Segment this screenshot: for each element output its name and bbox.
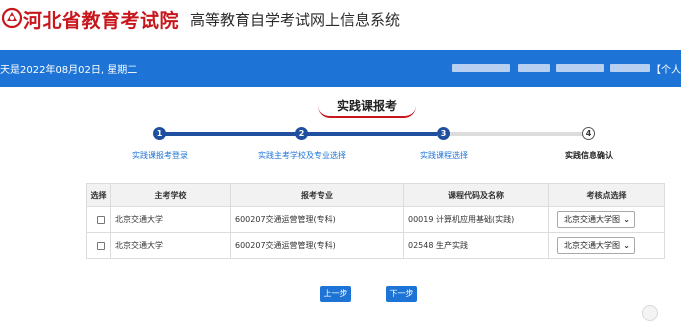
- redacted-info: [610, 64, 650, 72]
- step-3-label: 实践课程选择: [420, 151, 468, 160]
- major-cell: 600207交通运营管理(专科): [230, 206, 404, 233]
- col-header-site: 考核点选择: [548, 183, 665, 207]
- col-header-school: 主考学校: [110, 183, 231, 207]
- site-cell: 北京交通大学图 ⌄: [548, 232, 665, 259]
- redacted-info: [556, 64, 604, 72]
- school-cell: 北京交通大学: [110, 232, 231, 259]
- step-3-marker: 3: [437, 127, 450, 140]
- chevron-down-icon: ⌄: [623, 241, 630, 250]
- exam-site-value: 北京交通大学图: [564, 241, 620, 250]
- row-checkbox[interactable]: [96, 215, 105, 224]
- table-row: 北京交通大学 600207交通运营管理(专科) 00019 计算机应用基础(实践…: [86, 206, 665, 233]
- course-cell: 02548 生产实践: [403, 232, 549, 259]
- school-cell: 北京交通大学: [110, 206, 231, 233]
- step-4-marker: 4: [582, 127, 595, 140]
- top-info-bar: 天是2022年08月02日, 星期二 【个人: [0, 50, 681, 87]
- current-date: 天是2022年08月02日, 星期二: [0, 65, 138, 76]
- system-name: 高等教育自学考试网上信息系统: [190, 11, 401, 29]
- exam-seal-icon: [2, 7, 22, 29]
- table-header-row: 选择 主考学校 报考专业 课程代码及名称 考核点选择: [86, 183, 665, 207]
- table-row: 北京交通大学 600207交通运营管理(专科) 02548 生产实践 北京交通大…: [86, 232, 665, 259]
- course-table: 选择 主考学校 报考专业 课程代码及名称 考核点选择 北京交通大学 600207…: [86, 183, 665, 259]
- select-cell: [86, 206, 111, 233]
- select-cell: [86, 232, 111, 259]
- step-1-label: 实践课报考登录: [132, 151, 188, 160]
- chevron-down-icon: ⌄: [623, 215, 630, 224]
- course-cell: 00019 计算机应用基础(实践): [403, 206, 549, 233]
- col-header-select: 选择: [86, 183, 111, 207]
- step-1-marker: 1: [153, 127, 166, 140]
- help-icon[interactable]: [642, 305, 658, 321]
- row-checkbox[interactable]: [96, 241, 105, 250]
- exam-site-value: 北京交通大学图: [564, 215, 620, 224]
- exam-site-select[interactable]: 北京交通大学图 ⌄: [557, 211, 635, 228]
- step-2-label: 实践主考学校及专业选择: [258, 151, 346, 160]
- org-name: 河北省教育考试院: [23, 10, 180, 32]
- redacted-info: [518, 64, 550, 72]
- site-header: 河北省教育考试院 高等教育自学考试网上信息系统: [0, 0, 681, 50]
- site-cell: 北京交通大学图 ⌄: [548, 206, 665, 233]
- user-center-link[interactable]: 【个人: [651, 61, 681, 76]
- redacted-info: [452, 64, 510, 72]
- col-header-major: 报考专业: [230, 183, 404, 207]
- page-title: 实践课报考: [318, 94, 416, 118]
- prev-step-button[interactable]: 上一步: [320, 286, 351, 302]
- col-header-course: 课程代码及名称: [403, 183, 549, 207]
- major-cell: 600207交通运营管理(专科): [230, 232, 404, 259]
- step-4-label: 实践信息确认: [565, 151, 613, 160]
- step-2-marker: 2: [295, 127, 308, 140]
- step-connector: [437, 132, 585, 136]
- next-step-button[interactable]: 下一步: [386, 286, 417, 302]
- exam-site-select[interactable]: 北京交通大学图 ⌄: [557, 237, 635, 254]
